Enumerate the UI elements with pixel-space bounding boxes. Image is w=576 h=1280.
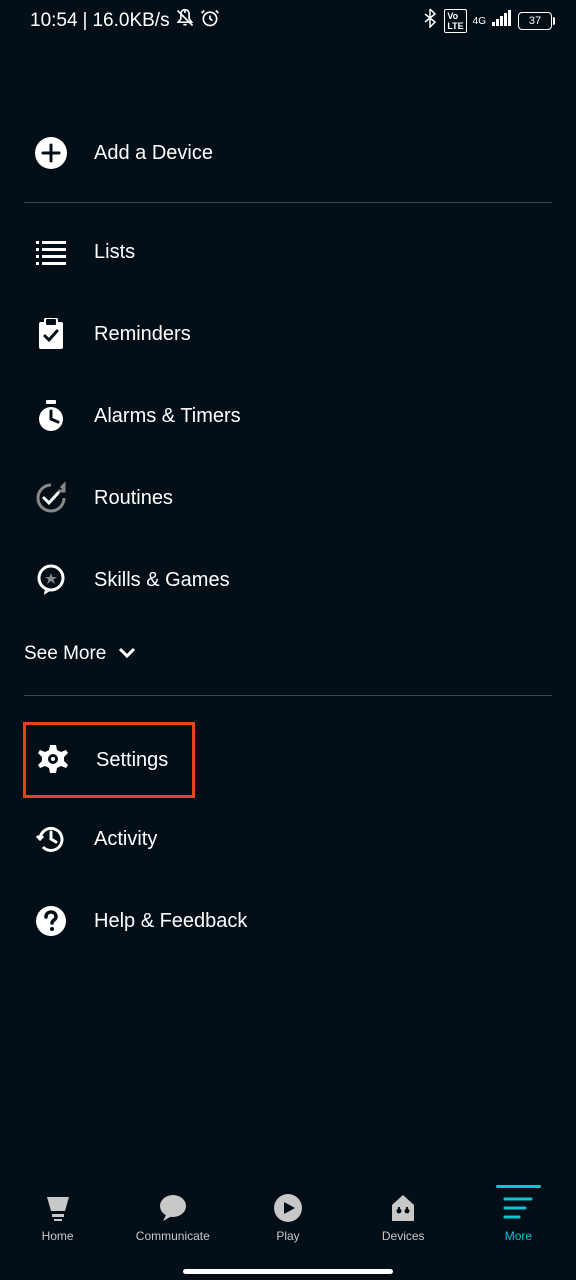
battery-icon: 37 [518,12,552,30]
lists-item[interactable]: Lists [24,211,552,293]
nav-play[interactable]: Play [230,1193,345,1243]
mute-icon [175,8,195,34]
question-circle-icon [34,904,68,938]
chat-icon [158,1193,188,1223]
volte-icon: VoLTE [444,9,466,33]
skills-item[interactable]: Skills & Games [24,539,552,621]
more-icon [503,1193,533,1223]
bottom-nav: Home Communicate Play Devices More [0,1175,576,1280]
home-icon [43,1193,73,1223]
gear-icon [36,743,70,777]
add-device-label: Add a Device [94,142,213,165]
play-icon [273,1193,303,1223]
settings-item[interactable]: Settings [23,722,195,798]
see-more-toggle[interactable]: See More [24,621,552,687]
chevron-down-icon [118,643,136,665]
lists-label: Lists [94,241,135,264]
alarms-item[interactable]: Alarms & Timers [24,375,552,457]
nav-play-label: Play [276,1229,299,1243]
nav-communicate[interactable]: Communicate [115,1193,230,1243]
status-speed: 16.0KB/s [92,10,169,32]
divider [24,695,552,696]
network-4g-icon: 4G [473,16,486,27]
activity-label: Activity [94,828,157,851]
routines-icon [34,481,68,515]
nav-devices[interactable]: Devices [346,1193,461,1243]
star-bubble-icon [34,563,68,597]
nav-devices-label: Devices [382,1229,425,1243]
reminders-item[interactable]: Reminders [24,293,552,375]
status-bar: 10:54 | 16.0KB/s VoLTE 4G 37 [0,0,576,42]
settings-label: Settings [96,749,168,772]
skills-label: Skills & Games [94,569,230,592]
add-device-item[interactable]: Add a Device [24,112,552,194]
clipboard-check-icon [34,317,68,351]
status-time: 10:54 [30,10,78,32]
help-item[interactable]: Help & Feedback [24,880,552,962]
status-left: 10:54 | 16.0KB/s [30,8,220,34]
history-icon [34,822,68,856]
stopwatch-icon [34,399,68,433]
nav-communicate-label: Communicate [136,1229,210,1243]
status-right: VoLTE 4G 37 [422,8,552,34]
routines-label: Routines [94,487,173,510]
reminders-label: Reminders [94,323,191,346]
home-indicator[interactable] [183,1269,393,1274]
nav-more-label: More [505,1229,532,1243]
plus-circle-icon [34,136,68,170]
nav-home[interactable]: Home [0,1193,115,1243]
nav-more[interactable]: More [461,1193,576,1243]
alarm-icon [200,8,220,34]
activity-item[interactable]: Activity [24,798,552,880]
bluetooth-icon [422,8,438,34]
see-more-label: See More [24,643,106,665]
devices-icon [388,1193,418,1223]
alarms-label: Alarms & Timers [94,405,241,428]
nav-home-label: Home [42,1229,74,1243]
divider [24,202,552,203]
help-label: Help & Feedback [94,910,247,933]
list-icon [34,235,68,269]
signal-icon [492,10,512,32]
routines-item[interactable]: Routines [24,457,552,539]
active-tab-indicator [496,1185,541,1188]
main-content: Add a Device Lists Reminders Alarms & Ti… [0,112,576,962]
